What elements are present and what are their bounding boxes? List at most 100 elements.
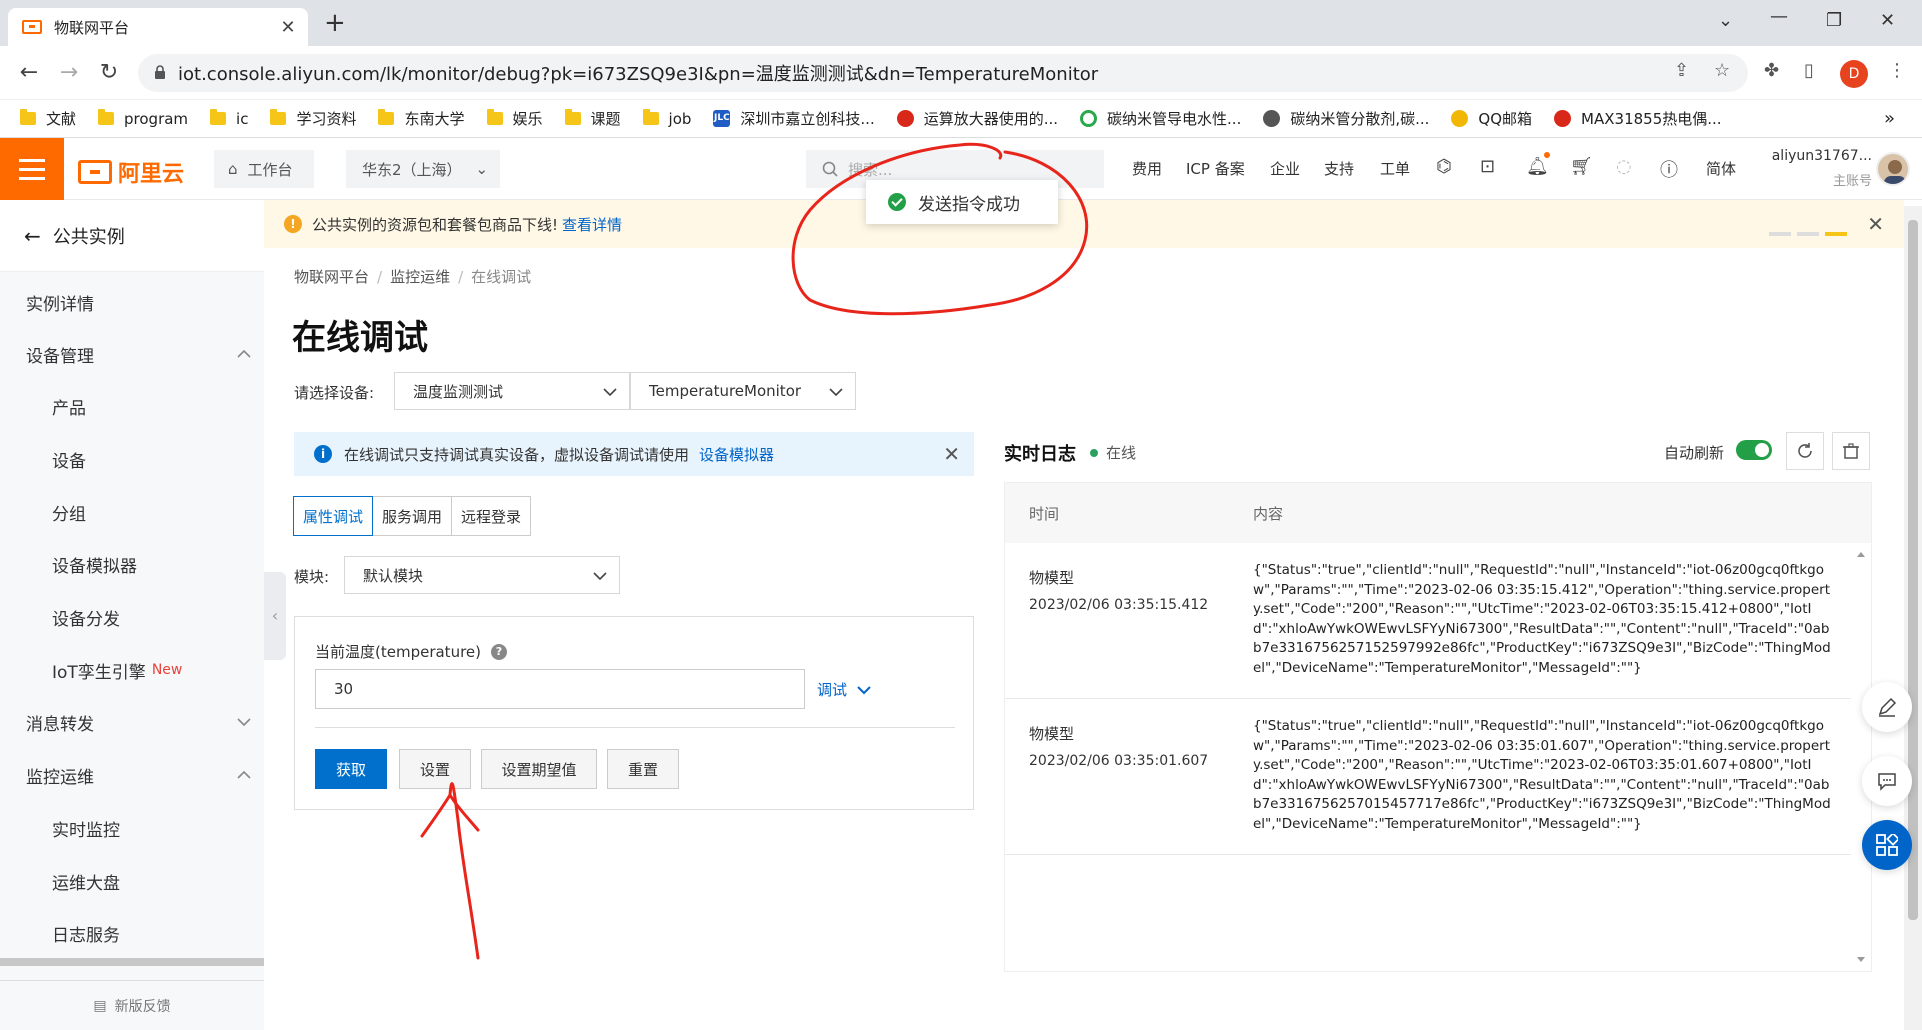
bookmark-item[interactable]: 东南大学 xyxy=(378,108,465,129)
module-select[interactable]: 默认模块 xyxy=(344,556,620,594)
new-tab-button[interactable]: + xyxy=(324,10,346,36)
breadcrumb-item[interactable]: 监控运维 xyxy=(390,268,450,286)
bookmark-item[interactable]: 学习资料 xyxy=(270,108,356,129)
chevron-up-icon xyxy=(237,349,251,358)
set-button[interactable]: 设置 xyxy=(399,749,471,789)
extensions-icon[interactable]: ✤ xyxy=(1764,60,1779,81)
notification-dot xyxy=(1544,152,1550,158)
refresh-button[interactable] xyxy=(1786,432,1824,470)
bookmark-item[interactable]: QQ邮箱 xyxy=(1451,108,1532,129)
profile-avatar[interactable]: D xyxy=(1840,60,1868,88)
lightbulb-icon[interactable]: ◌ xyxy=(1616,156,1632,177)
sidebar-item-device-management[interactable]: 设备管理 xyxy=(0,332,264,376)
code-icon[interactable]: ⌬ xyxy=(1436,156,1452,177)
apps-float-button[interactable] xyxy=(1862,820,1912,870)
side-panel-icon[interactable]: ▯ xyxy=(1804,60,1814,81)
forward-icon[interactable]: → xyxy=(56,60,82,85)
sidebar-item-realtime-monitoring[interactable]: 实时监控 xyxy=(0,806,264,850)
tab-remote-login[interactable]: 远程登录 xyxy=(451,496,532,536)
url-bar[interactable]: iot.console.aliyun.com/lk/monitor/debug?… xyxy=(138,54,1748,92)
browser-tab[interactable]: 物联网平台 ✕ xyxy=(8,8,308,46)
user-account[interactable]: aliyun31767... 主账号 xyxy=(1762,148,1872,189)
header-link-ticket[interactable]: 工单 xyxy=(1380,158,1410,179)
bookmark-item[interactable]: 娱乐 xyxy=(486,108,543,129)
bookmark-item[interactable]: JLC 深圳市嘉立创科技... xyxy=(713,108,875,129)
clear-log-button[interactable] xyxy=(1832,432,1870,470)
sidebar-back-link[interactable]: ← 公共实例 xyxy=(0,200,264,272)
sidebar-item-ops-dashboard[interactable]: 运维大盘 xyxy=(0,859,264,903)
breadcrumb-item[interactable]: 物联网平台 xyxy=(294,268,369,286)
more-bookmarks-icon[interactable]: » xyxy=(1884,108,1895,129)
sidebar-item-device-distribution[interactable]: 设备分发 xyxy=(0,595,264,639)
bookmark-item[interactable]: MAX31855热电偶... xyxy=(1554,108,1722,129)
bookmark-item[interactable]: program xyxy=(98,109,188,128)
header-link-support[interactable]: 支持 xyxy=(1324,158,1354,179)
sidebar-item-device[interactable]: 设备 xyxy=(0,437,264,481)
chat-float-button[interactable] xyxy=(1862,756,1912,806)
user-avatar[interactable] xyxy=(1876,152,1910,186)
bookmark-star-icon[interactable]: ☆ xyxy=(1714,60,1730,81)
back-icon[interactable]: ← xyxy=(16,60,42,85)
language-switch[interactable]: 简体 xyxy=(1706,158,1736,179)
bookmark-item[interactable]: 碳纳米管分散剂,碳... xyxy=(1263,108,1429,129)
minimize-button[interactable]: — xyxy=(1770,6,1788,27)
tab-service-call[interactable]: 服务调用 xyxy=(372,496,453,536)
notice-pagination[interactable] xyxy=(1769,222,1853,240)
feedback-button[interactable]: ▤ 新版反馈 xyxy=(0,980,264,1030)
workbench-button[interactable]: ⌂ 工作台 xyxy=(214,150,314,188)
sidebar-scrollbar[interactable] xyxy=(0,958,264,966)
sidebar-item-group[interactable]: 分组 xyxy=(0,490,264,534)
bookmark-item[interactable]: 运算放大器使用的... xyxy=(896,108,1058,129)
sidebar-item-iot-twin-engine[interactable]: IoT孪生引擎 New xyxy=(0,648,264,692)
terminal-icon[interactable]: ⊡ xyxy=(1480,156,1495,177)
header-link-icp[interactable]: ICP 备案 xyxy=(1186,158,1245,179)
close-tab-icon[interactable]: ✕ xyxy=(278,17,298,38)
tab-property-debug[interactable]: 属性调试 xyxy=(293,496,374,536)
bookmark-item[interactable]: 文献 xyxy=(20,108,76,129)
bookmark-item[interactable]: ic xyxy=(210,109,248,128)
sidebar-collapse-handle[interactable]: ‹ xyxy=(264,572,286,660)
edit-float-button[interactable] xyxy=(1862,682,1912,732)
region-selector[interactable]: 华东2（上海） ⌄ xyxy=(346,150,500,188)
sidebar-item-device-simulator[interactable]: 设备模拟器 xyxy=(0,542,264,586)
restore-button[interactable]: ❐ xyxy=(1826,10,1842,31)
temperature-input[interactable]: 30 xyxy=(315,669,805,709)
sidebar-item-instance-details[interactable]: 实例详情 xyxy=(0,280,264,324)
bookmark-item[interactable]: job xyxy=(642,109,691,128)
reset-button[interactable]: 重置 xyxy=(607,749,679,789)
sidebar-item-product[interactable]: 产品 xyxy=(0,384,264,428)
bookmark-item[interactable]: 课题 xyxy=(564,108,621,129)
help-icon[interactable]: ⓘ xyxy=(1660,156,1678,182)
reload-icon[interactable]: ↻ xyxy=(96,60,122,85)
bookmark-item[interactable]: 碳纳米管导电水性... xyxy=(1080,108,1241,129)
log-status: 在线 xyxy=(1090,442,1136,463)
set-expected-button[interactable]: 设置期望值 xyxy=(481,749,597,789)
sidebar-item-monitoring-ops[interactable]: 监控运维 xyxy=(0,753,264,797)
menu-kebab-icon[interactable]: ⋮ xyxy=(1888,60,1906,81)
share-icon[interactable]: ⇪ xyxy=(1674,60,1689,81)
hamburger-menu-icon[interactable] xyxy=(0,138,64,200)
bell-icon[interactable]: 🔔︎ xyxy=(1526,156,1549,177)
aliyun-logo[interactable]: 阿里云 xyxy=(78,156,184,188)
debug-tabs: 属性调试 服务调用 远程登录 xyxy=(293,496,532,536)
header-link-enterprise[interactable]: 企业 xyxy=(1270,158,1300,179)
close-window-button[interactable]: ✕ xyxy=(1880,10,1895,31)
sidebar-item-message-forwarding[interactable]: 消息转发 xyxy=(0,700,264,744)
help-icon[interactable]: ? xyxy=(491,643,507,660)
product-select[interactable]: 温度监测测试 xyxy=(394,372,630,410)
page-scrollbar[interactable] xyxy=(1904,206,1922,1030)
device-simulator-link[interactable]: 设备模拟器 xyxy=(699,444,774,465)
notice-detail-link[interactable]: 查看详情 xyxy=(562,214,622,235)
auto-refresh-toggle[interactable] xyxy=(1736,440,1772,460)
get-button[interactable]: 获取 xyxy=(315,749,387,789)
close-icon[interactable]: ✕ xyxy=(943,442,960,466)
device-select[interactable]: TemperatureMonitor xyxy=(630,372,856,410)
sidebar-item-log-service[interactable]: 日志服务 xyxy=(0,911,264,955)
browser-tab-bar: 物联网平台 ✕ + ⌄ — ❐ ✕ xyxy=(0,0,1922,46)
cart-icon[interactable]: 🛒︎ xyxy=(1570,156,1593,177)
tab-search-icon[interactable]: ⌄ xyxy=(1718,10,1733,31)
close-icon[interactable]: ✕ xyxy=(1867,212,1884,236)
debug-dropdown-link[interactable]: 调试 xyxy=(817,679,871,700)
header-link-billing[interactable]: 费用 xyxy=(1132,158,1162,179)
log-scrollbar[interactable] xyxy=(1851,543,1871,971)
